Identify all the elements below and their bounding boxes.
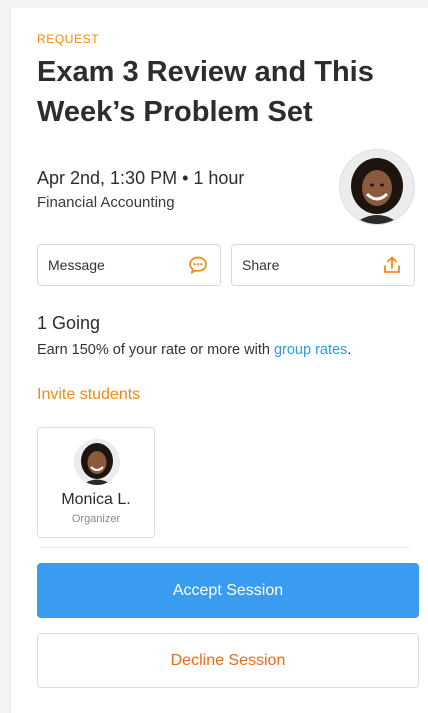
request-label: REQUEST — [37, 32, 100, 46]
session-detail-card: REQUEST Exam 3 Review and This Week’s Pr… — [10, 8, 428, 713]
going-count: 1 Going — [37, 313, 101, 333]
group-rate-note: Earn 150% of your rate or more with grou… — [37, 342, 351, 358]
share-button[interactable]: Share — [231, 244, 415, 286]
group-rate-suffix: . — [347, 342, 352, 358]
message-button-label: Message — [48, 257, 105, 273]
person-photo-icon — [340, 150, 414, 224]
accept-session-button[interactable]: Accept Session — [37, 563, 419, 618]
chat-bubble-icon — [188, 255, 208, 275]
person-photo-icon — [74, 439, 120, 485]
upload-share-icon — [382, 255, 402, 275]
attendee-avatar — [74, 439, 120, 485]
group-rate-text: Earn 150% of your rate or more with — [37, 342, 274, 358]
attendee-card[interactable]: Monica L. Organizer — [37, 427, 155, 538]
message-button[interactable]: Message — [37, 244, 221, 286]
divider — [41, 547, 409, 548]
invite-students-link[interactable]: Invite students — [37, 386, 140, 404]
attendee-role: Organizer — [71, 513, 121, 525]
session-title: Exam 3 Review and This Week’s Problem Se… — [37, 56, 374, 128]
group-rates-link[interactable]: group rates — [274, 342, 347, 358]
tutor-avatar[interactable] — [339, 149, 415, 225]
decline-session-button[interactable]: Decline Session — [37, 633, 419, 688]
share-button-label: Share — [242, 257, 280, 273]
attendee-name: Monica L. — [61, 491, 131, 508]
session-subject: Financial Accounting — [37, 194, 175, 211]
session-datetime: Apr 2nd, 1:30 PM • 1 hour — [37, 168, 245, 188]
